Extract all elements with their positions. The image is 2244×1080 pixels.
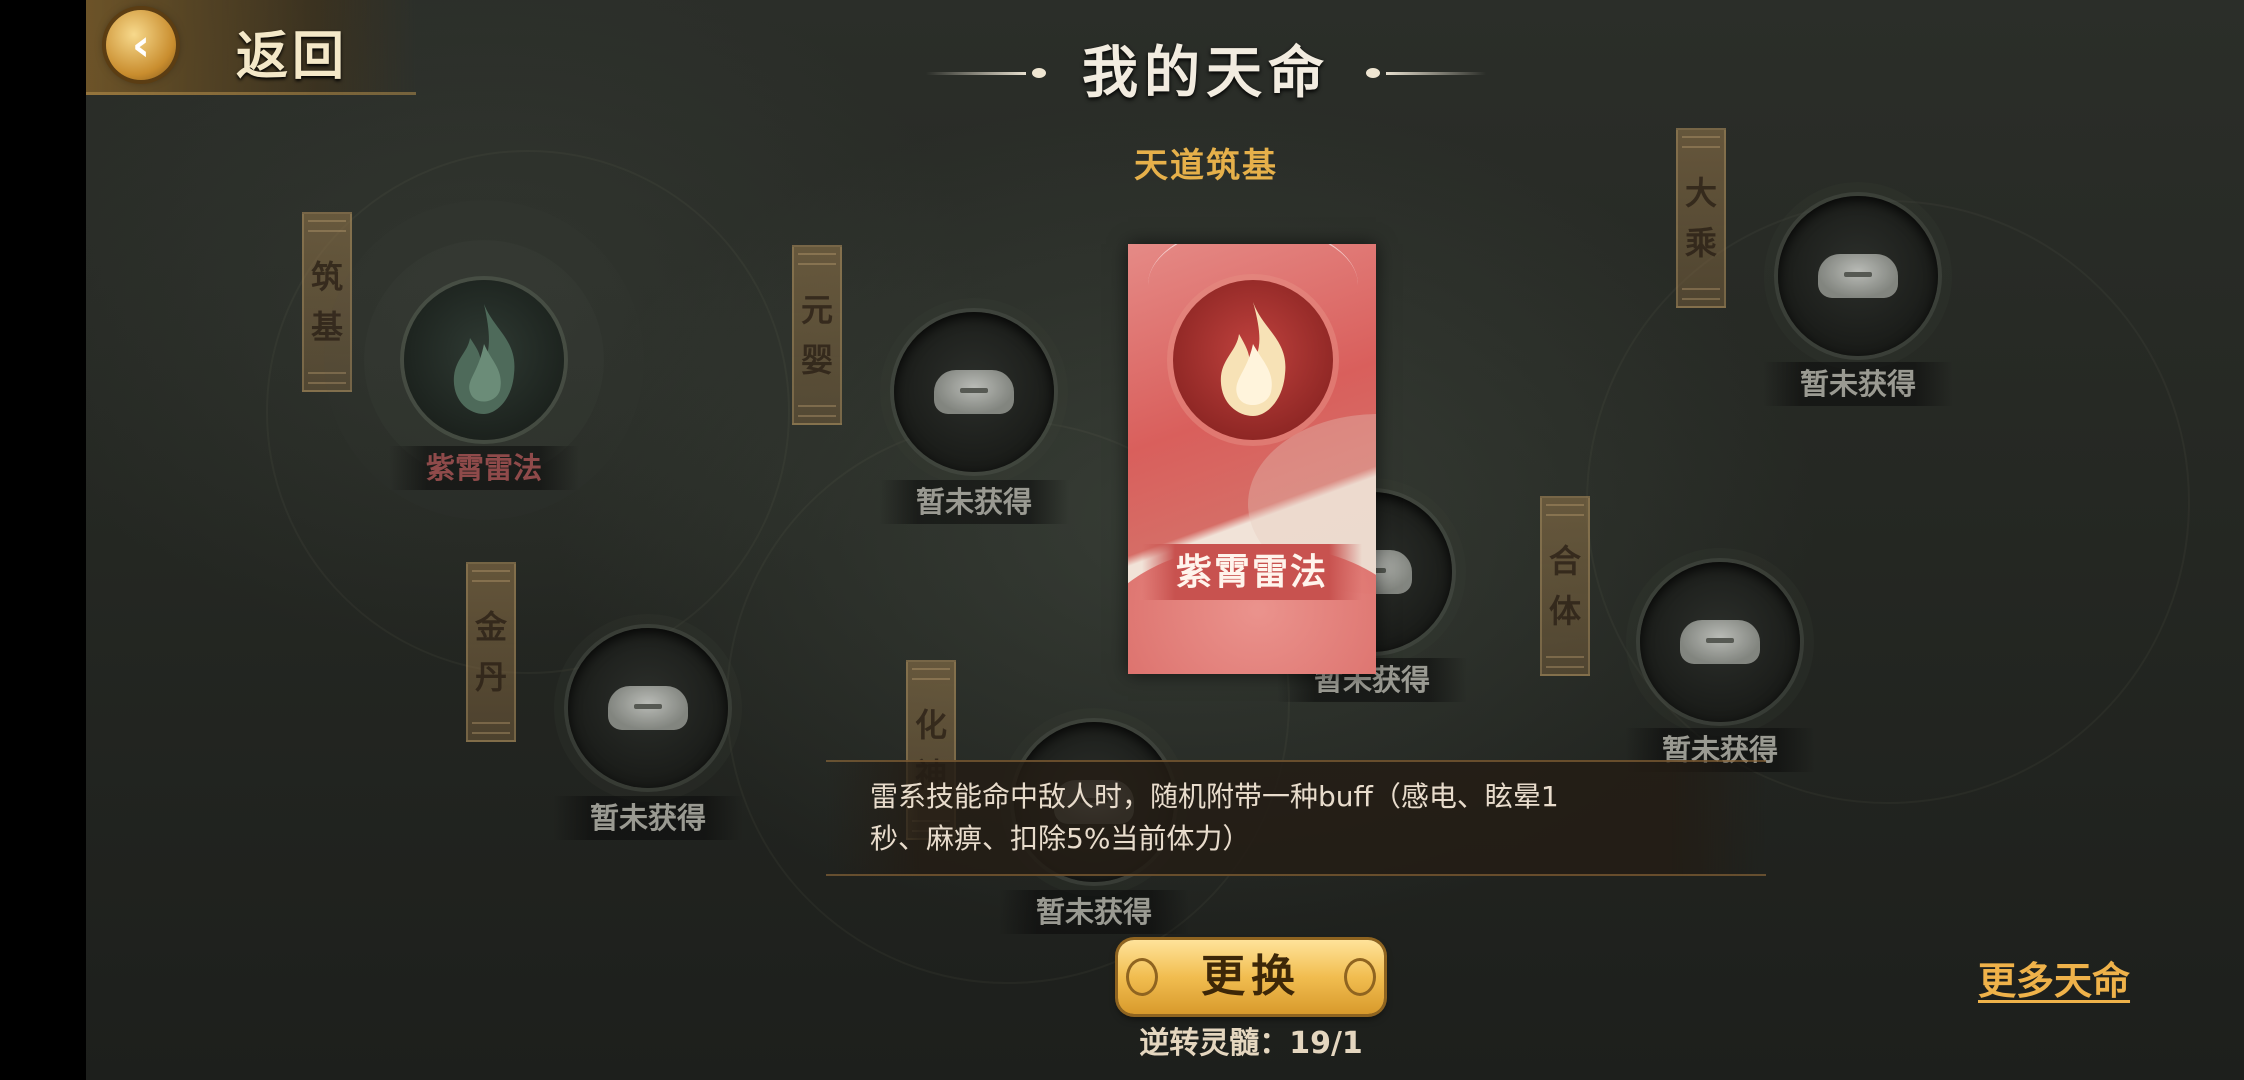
locked-icon — [1818, 254, 1898, 298]
locked-icon — [608, 686, 688, 730]
stage-tag-yuanying: 元 婴 — [792, 245, 842, 425]
fate-slot-dacheng[interactable] — [1778, 196, 1938, 356]
stage-tag-jindan: 金 丹 — [466, 562, 516, 742]
fate-slot-label: 暂未获得 — [879, 480, 1069, 524]
fate-slot-label: 紫霄雷法 — [389, 446, 579, 490]
stage-char: 体 — [1548, 592, 1581, 630]
fate-screen: ‹ 返回 我的天命 天道筑基 筑 基 元 婴 金 丹 化 神 合 体 大 乘 紫… — [86, 0, 2244, 1080]
stage-char: 筑 — [310, 258, 343, 296]
stage-char: 婴 — [800, 341, 833, 379]
back-button[interactable]: ‹ 返回 — [86, 0, 416, 95]
fate-slot-heti[interactable] — [1640, 562, 1800, 722]
fate-description: 雷系技能命中敌人时，随机附带一种buff（感电、眩晕1 秒、麻痹、扣除5%当前体… — [870, 776, 1650, 860]
fate-slot-label: 暂未获得 — [1763, 362, 1953, 406]
card-medallion — [1173, 280, 1333, 440]
stage-char: 丹 — [474, 658, 507, 696]
card-name: 紫霄雷法 — [1142, 544, 1362, 600]
button-ornament — [1126, 958, 1158, 996]
description-line: 秒、麻痹、扣除5%当前体力） — [870, 822, 1251, 855]
stage-char: 元 — [800, 291, 833, 329]
locked-icon — [1680, 620, 1760, 664]
chevron-left-icon: ‹ — [106, 10, 176, 80]
title-ornament-right — [1366, 68, 1486, 78]
more-fates-link[interactable]: 更多天命 — [1978, 950, 2130, 1005]
selected-fate-card[interactable]: 紫霄雷法 — [1128, 244, 1376, 674]
stage-char: 合 — [1548, 542, 1581, 580]
stage-char: 乘 — [1684, 224, 1717, 262]
title-ornament-left — [926, 68, 1046, 78]
flame-icon — [1220, 302, 1286, 416]
stage-char: 金 — [474, 608, 507, 646]
fate-slot-label: 暂未获得 — [553, 796, 743, 840]
back-label: 返回 — [236, 26, 349, 87]
current-stage-title: 天道筑基 — [1134, 146, 1278, 186]
fate-slot-label: 暂未获得 — [999, 890, 1189, 934]
stage-char: 基 — [310, 308, 343, 346]
change-button-label: 更换 — [1201, 951, 1301, 1002]
description-line: 雷系技能命中敌人时，随机附带一种buff（感电、眩晕1 — [870, 780, 1559, 813]
stage-tag-dacheng: 大 乘 — [1676, 128, 1726, 308]
stage-tag-zhuji: 筑 基 — [302, 212, 352, 392]
change-fate-button[interactable]: 更换 — [1118, 940, 1384, 1014]
fate-description-panel: 雷系技能命中敌人时，随机附带一种buff（感电、眩晕1 秒、麻痹、扣除5%当前体… — [826, 760, 1766, 876]
button-ornament — [1344, 958, 1376, 996]
flame-icon — [453, 304, 515, 414]
fate-slot-yuanying[interactable] — [894, 312, 1054, 472]
fate-slot-jindan[interactable] — [568, 628, 728, 788]
locked-icon — [934, 370, 1014, 414]
stage-tag-heti: 合 体 — [1540, 496, 1590, 676]
stage-char: 大 — [1684, 174, 1717, 212]
stage-char: 化 — [914, 706, 947, 744]
fate-slot-zhuji[interactable] — [404, 280, 564, 440]
title-bar: 我的天命 — [926, 28, 1486, 118]
reversal-essence-cost: 逆转灵髓：19/1 — [1139, 1026, 1363, 1061]
